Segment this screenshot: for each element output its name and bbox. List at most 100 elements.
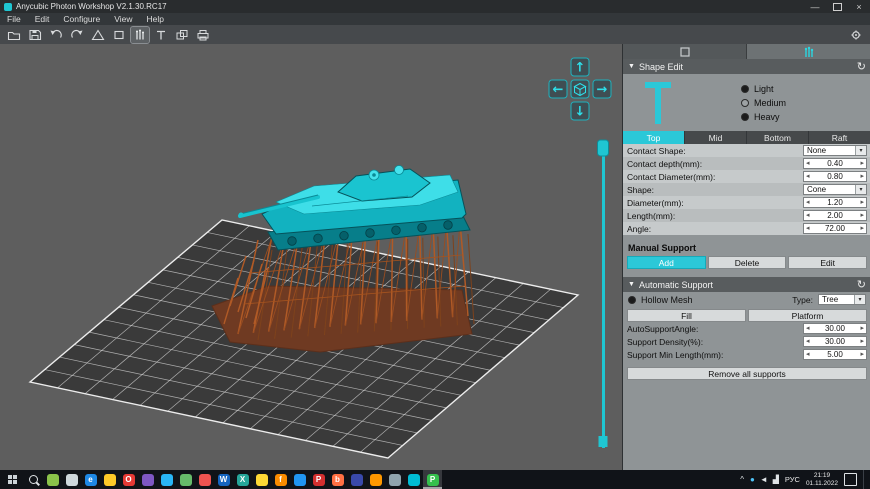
refresh-icon[interactable]: ↻ — [857, 278, 866, 291]
spinner-autosupportangle[interactable]: ◂30.00▸ — [803, 323, 867, 334]
clone-tool-icon[interactable] — [173, 27, 191, 43]
move-tool-icon[interactable] — [110, 27, 128, 43]
close-button[interactable]: × — [848, 0, 870, 13]
refresh-icon[interactable]: ↻ — [857, 60, 866, 73]
radio-light[interactable]: Light — [741, 84, 786, 94]
tray-volume-icon[interactable]: ◄ — [760, 475, 768, 484]
taskbar-app-steam-icon[interactable] — [347, 470, 366, 489]
tray-chevron-icon[interactable]: ^ — [740, 475, 744, 484]
spinner-increment-icon[interactable]: ▸ — [860, 338, 864, 345]
dropdown-arrow-icon[interactable]: ▾ — [855, 146, 866, 155]
taskbar-app-chrome-icon[interactable] — [290, 470, 309, 489]
spinner-angle[interactable]: ◂72.00▸ — [803, 223, 867, 234]
subtab-bottom[interactable]: Bottom — [747, 131, 809, 144]
taskbar-app-discord-icon[interactable] — [138, 470, 157, 489]
taskbar-app-firefox-icon[interactable]: f — [271, 470, 290, 489]
layer-slider-handle[interactable] — [598, 140, 609, 156]
radio-heavy[interactable]: Heavy — [741, 112, 786, 122]
select-contact-shape[interactable]: None▾ — [803, 145, 867, 156]
taskbar-search-icon[interactable] — [24, 470, 43, 489]
language-indicator[interactable]: РУС — [785, 475, 800, 484]
dropdown-arrow-icon[interactable]: ▾ — [855, 185, 866, 194]
menu-item-edit[interactable]: Edit — [28, 14, 57, 24]
spinner-increment-icon[interactable]: ▸ — [860, 160, 864, 167]
open-file-icon[interactable] — [5, 27, 23, 43]
save-icon[interactable] — [26, 27, 44, 43]
show-desktop-button[interactable] — [863, 470, 868, 489]
spinner-length-mm[interactable]: ◂2.00▸ — [803, 210, 867, 221]
taskbar-app-vlc-icon[interactable] — [366, 470, 385, 489]
taskbar-app-explorer-icon[interactable] — [100, 470, 119, 489]
taskbar-app-settings-icon[interactable] — [43, 470, 62, 489]
spinner-increment-icon[interactable]: ▸ — [860, 212, 864, 219]
spinner-diameter-mm[interactable]: ◂1.20▸ — [803, 197, 867, 208]
spinner-increment-icon[interactable]: ▸ — [860, 173, 864, 180]
text-tool-icon[interactable] — [152, 27, 170, 43]
viewport[interactable]: ↑←→↓ — [0, 44, 622, 470]
spinner-support-density[interactable]: ◂30.00▸ — [803, 336, 867, 347]
taskbar-app-telegram-icon[interactable] — [157, 470, 176, 489]
spinner-support-min-length-mm[interactable]: ◂5.00▸ — [803, 349, 867, 360]
taskbar-app-word-icon[interactable]: W — [214, 470, 233, 489]
add-button[interactable]: Add — [627, 256, 706, 269]
menu-item-configure[interactable]: Configure — [56, 14, 107, 24]
taskbar-app-notepad-icon[interactable] — [385, 470, 404, 489]
taskbar-app-photoshop-icon[interactable]: P — [309, 470, 328, 489]
layer-slider-bottom[interactable] — [599, 436, 608, 447]
remove-all-supports-button[interactable]: Remove all supports — [627, 367, 867, 380]
shape-edit-section-header[interactable]: ▼ Shape Edit ↻ — [623, 59, 870, 74]
taskbar-app-folder-icon[interactable] — [252, 470, 271, 489]
start-button[interactable] — [0, 470, 24, 489]
taskbar-app-photon-workshop-icon[interactable]: P — [423, 470, 442, 489]
spinner-increment-icon[interactable]: ▸ — [860, 325, 864, 332]
delete-button[interactable]: Delete — [708, 256, 787, 269]
tray-app-icon[interactable]: ● — [750, 475, 755, 484]
taskbar-app-edge-icon[interactable]: e — [81, 470, 100, 489]
taskbar-app-cura-icon[interactable] — [404, 470, 423, 489]
layer-slider[interactable] — [598, 140, 609, 448]
taskbar-clock[interactable]: 21:19 01.11.2022 — [806, 472, 838, 488]
spinner-contact-depth-mm[interactable]: ◂0.40▸ — [803, 158, 867, 169]
menu-item-view[interactable]: View — [107, 14, 139, 24]
dropdown-arrow-icon[interactable]: ▾ — [854, 295, 865, 304]
collapse-icon[interactable]: ▼ — [628, 63, 635, 70]
viewport-3d[interactable]: ↑←→↓ — [0, 44, 622, 470]
spinner-increment-icon[interactable]: ▸ — [860, 351, 864, 358]
slice-machine-icon[interactable] — [194, 27, 212, 43]
menu-item-file[interactable]: File — [0, 14, 28, 24]
spinner-increment-icon[interactable]: ▸ — [860, 225, 864, 232]
settings-icon[interactable] — [847, 27, 865, 43]
subtab-mid[interactable]: Mid — [685, 131, 747, 144]
platform-button[interactable]: Platform — [748, 309, 867, 322]
edit-button[interactable]: Edit — [788, 256, 867, 269]
tab-model[interactable] — [623, 44, 747, 59]
taskbar-app-photos-icon[interactable] — [62, 470, 81, 489]
model-info-icon[interactable] — [89, 27, 107, 43]
spinner-increment-icon[interactable]: ▸ — [860, 199, 864, 206]
select-shape[interactable]: Cone▾ — [803, 184, 867, 195]
tab-support[interactable] — [747, 44, 870, 59]
maximize-button[interactable] — [826, 0, 848, 13]
auto-support-section-header[interactable]: ▼ Automatic Support ↻ — [623, 277, 870, 292]
radio-medium[interactable]: Medium — [741, 98, 786, 108]
radio-hollow-mesh[interactable] — [628, 296, 636, 304]
view-gizmo[interactable]: ↑←→↓ — [549, 58, 611, 120]
tray-network-icon[interactable]: ▟ — [773, 475, 779, 484]
taskbar-app-excel-icon[interactable]: X — [233, 470, 252, 489]
type-select[interactable]: Tree ▾ — [818, 294, 866, 305]
subtab-top[interactable]: Top — [623, 131, 685, 144]
support-tool-icon[interactable] — [131, 27, 149, 43]
undo-icon[interactable] — [47, 27, 65, 43]
taskbar-app-opera-icon[interactable]: O — [119, 470, 138, 489]
menu-item-help[interactable]: Help — [140, 14, 171, 24]
taskbar-app-whatsapp-icon[interactable] — [176, 470, 195, 489]
action-center-icon[interactable] — [844, 473, 857, 486]
redo-icon[interactable] — [68, 27, 86, 43]
subtab-raft[interactable]: Raft — [809, 131, 870, 144]
model-tank[interactable] — [239, 166, 471, 251]
fill-button[interactable]: Fill — [627, 309, 746, 322]
collapse-icon[interactable]: ▼ — [628, 281, 635, 288]
taskbar-app-blender-icon[interactable]: b — [328, 470, 347, 489]
spinner-contact-diameter-mm[interactable]: ◂0.80▸ — [803, 171, 867, 182]
minimize-button[interactable]: — — [804, 0, 826, 13]
